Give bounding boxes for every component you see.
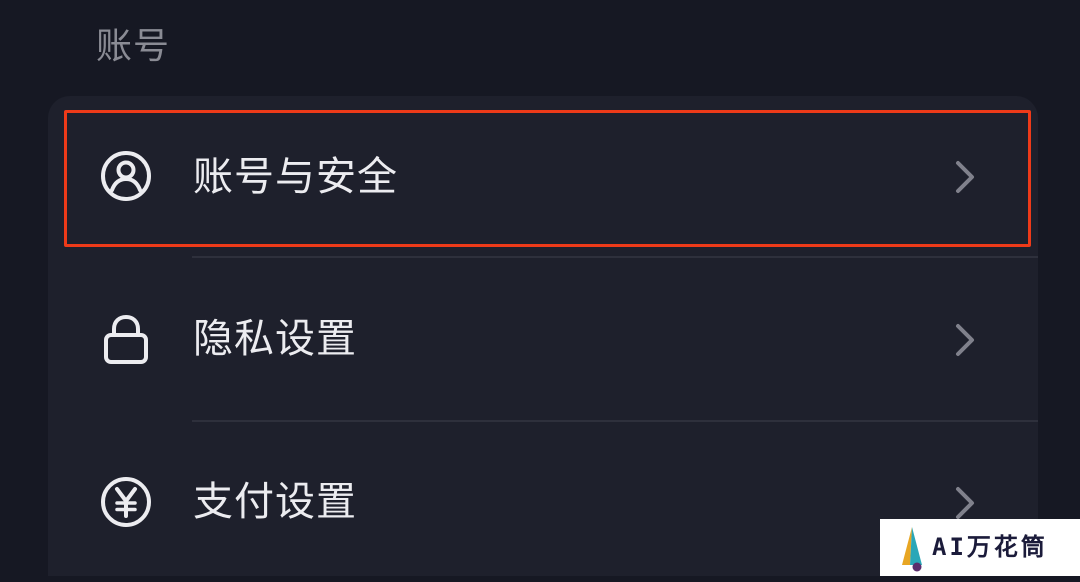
watermark: AI万花筒 <box>880 519 1080 576</box>
settings-item-label: 隐私设置 <box>193 316 357 362</box>
chevron-right-icon <box>950 157 980 197</box>
watermark-logo-icon <box>900 525 924 573</box>
watermark-text: AI万花筒 <box>932 533 1048 561</box>
user-circle-icon <box>98 148 154 204</box>
yuan-circle-icon <box>98 474 154 530</box>
chevron-right-icon <box>950 320 980 360</box>
settings-item-label: 账号与安全 <box>193 154 398 200</box>
lock-icon <box>98 311 154 367</box>
settings-item-label: 支付设置 <box>193 479 357 525</box>
chevron-right-icon <box>950 483 980 523</box>
section-title: 账号 <box>96 26 171 67</box>
